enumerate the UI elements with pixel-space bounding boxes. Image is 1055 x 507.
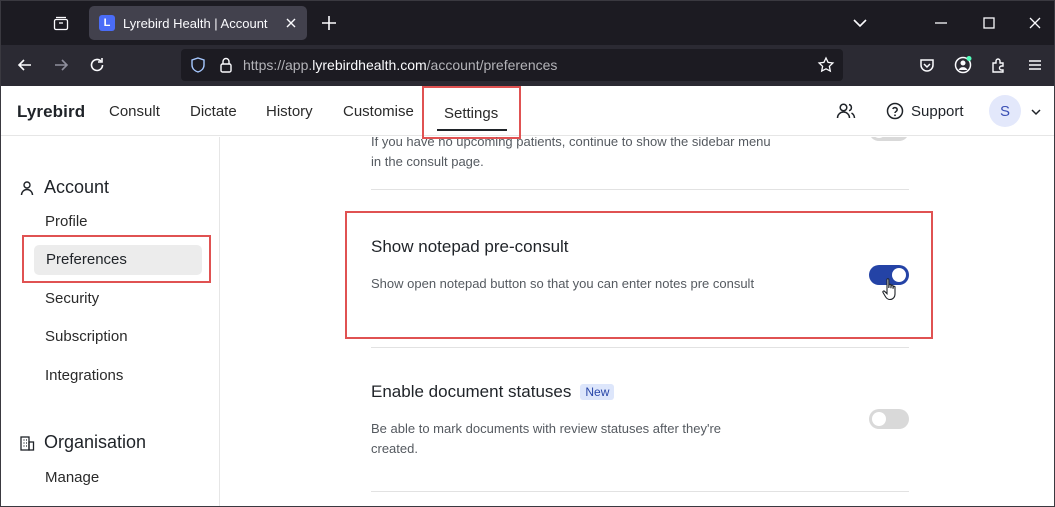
setting-title-text: Show notepad pre-consult [371,237,569,256]
forward-arrow-icon[interactable] [51,55,71,75]
nav-consult[interactable]: Consult [109,103,160,120]
divider [371,491,909,492]
support-label: Support [911,102,964,120]
help-circle-icon [886,102,904,120]
sidebar-item-subscription[interactable]: Subscription [45,328,128,345]
divider [371,347,909,348]
setting-document-statuses: Enable document statuses New Be able to … [371,382,909,459]
toggle-knob [872,412,886,426]
app-header: Lyrebird Consult Dictate History Customi… [1,86,1054,139]
brand-logo[interactable]: Lyrebird [17,102,85,122]
close-window-icon[interactable] [1025,13,1045,33]
building-icon [20,435,35,451]
setting-sidebar-menu: If you have no upcoming patients, contin… [371,137,909,172]
preferences-content: If you have no upcoming patients, contin… [221,137,1054,506]
pocket-icon[interactable] [917,55,937,75]
sidebar-item-manage[interactable]: Manage [45,469,99,486]
url-bar[interactable]: https://app.lyrebirdhealth.com/account/p… [181,49,843,81]
avatar[interactable]: S [989,95,1021,127]
sidebar-item-profile[interactable]: Profile [45,213,88,230]
setting-description: Be able to mark documents with review st… [371,421,722,456]
chevron-down-icon[interactable] [851,14,869,32]
document-statuses-toggle[interactable] [869,409,909,429]
reload-icon[interactable] [87,55,107,75]
setting-title-text: Enable document statuses [371,382,572,401]
menu-icon[interactable] [1025,55,1045,75]
url-prefix: https://app. [243,57,313,73]
support-button[interactable]: Support [886,100,964,122]
new-badge: New [580,384,615,400]
nav-dictate[interactable]: Dictate [190,103,237,120]
setting-notepad-pre-consult: Show notepad pre-consult Show open notep… [371,237,909,294]
lock-icon[interactable] [217,56,235,74]
account-section-label: Account [44,177,110,197]
sidebar-item-preferences-highlight: Preferences [22,235,211,283]
sidebar-item-preferences[interactable]: Preferences [34,245,202,275]
sidebar-item-security[interactable]: Security [45,290,99,307]
setting-description: Show open notepad button so that you can… [371,276,755,291]
shield-icon[interactable] [189,56,207,74]
new-tab-icon[interactable] [319,13,339,33]
url-host: lyrebirdhealth.com [312,57,427,73]
nav-history[interactable]: History [266,103,313,120]
url-text[interactable]: https://app.lyrebirdhealth.com/account/p… [243,57,557,73]
sidebar-item-integrations[interactable]: Integrations [45,367,123,384]
setting-description: If you have no upcoming patients, contin… [371,137,771,169]
browser-tab[interactable]: L Lyrebird Health | Account [89,6,307,40]
tab-overview-icon[interactable] [45,8,77,38]
tab-title: Lyrebird Health | Account [123,15,268,31]
setting-title: Show notepad pre-consult [371,237,909,257]
favicon-icon: L [99,15,115,31]
maximize-icon[interactable] [979,13,999,33]
divider [371,189,909,190]
settings-sidebar: Account Profile Preferences Security Sub… [1,137,220,506]
toggle-knob [872,137,886,138]
active-nav-underline [437,129,507,131]
nav-customise[interactable]: Customise [343,103,414,120]
close-tab-icon[interactable] [283,15,299,31]
nav-settings-label: Settings [444,105,499,122]
navigation-bar: https://app.lyrebirdhealth.com/account/p… [1,45,1054,86]
hand-cursor-icon [882,278,896,301]
bookmark-star-icon[interactable] [817,56,835,74]
sidebar-item-label: Preferences [46,251,127,268]
extensions-icon[interactable] [989,55,1009,75]
user-icon [20,180,34,195]
account-icon[interactable] [953,55,973,75]
tab-strip: L Lyrebird Health | Account [1,1,1054,45]
url-path: /account/preferences [426,57,558,73]
nav-settings[interactable]: Settings [422,86,521,139]
minimize-icon[interactable] [931,13,951,33]
setting-title: Enable document statuses New [371,382,909,402]
browser-window: L Lyrebird Health | Account https://app.… [0,0,1055,507]
account-section-heading: Account [19,177,109,198]
organisation-section-label: Organisation [44,432,147,452]
back-arrow-icon[interactable] [15,55,35,75]
organisation-section-heading: Organisation [19,432,146,453]
chevron-down-icon[interactable] [1029,105,1043,119]
people-icon[interactable] [835,100,857,122]
